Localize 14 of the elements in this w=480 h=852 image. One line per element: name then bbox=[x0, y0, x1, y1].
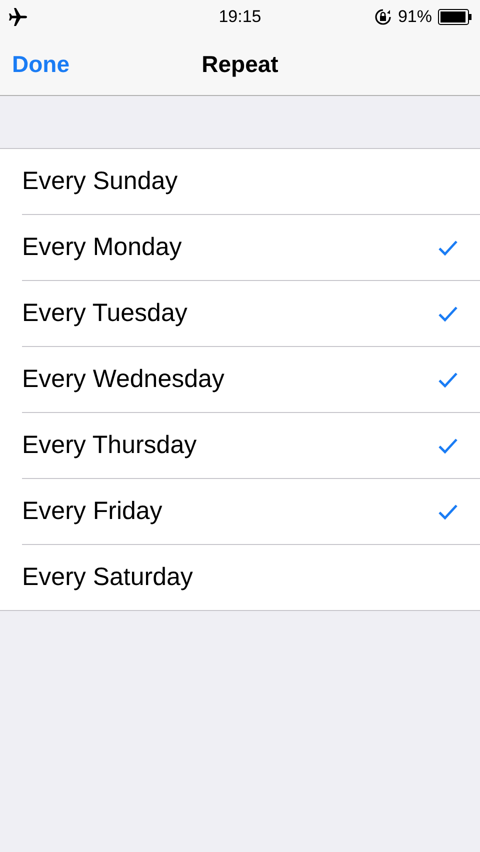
day-option[interactable]: Every Friday bbox=[22, 497, 162, 526]
day-option[interactable]: Every Thursday bbox=[22, 431, 197, 460]
day-option[interactable]: Every Sunday bbox=[22, 167, 178, 196]
rotation-lock-icon bbox=[374, 8, 392, 26]
nav-title: Repeat bbox=[202, 51, 278, 78]
day-option[interactable]: Every Wednesday bbox=[22, 365, 224, 394]
airplane-icon bbox=[8, 8, 28, 26]
battery-icon bbox=[438, 9, 472, 25]
status-time: 19:15 bbox=[218, 7, 262, 27]
done-button[interactable]: Done bbox=[12, 51, 70, 78]
day-option[interactable]: Every Monday bbox=[22, 233, 182, 262]
day-option[interactable]: Every Tuesday bbox=[22, 299, 188, 328]
battery-percentage: 91% bbox=[398, 7, 432, 27]
day-option[interactable]: Every Saturday bbox=[22, 563, 193, 592]
